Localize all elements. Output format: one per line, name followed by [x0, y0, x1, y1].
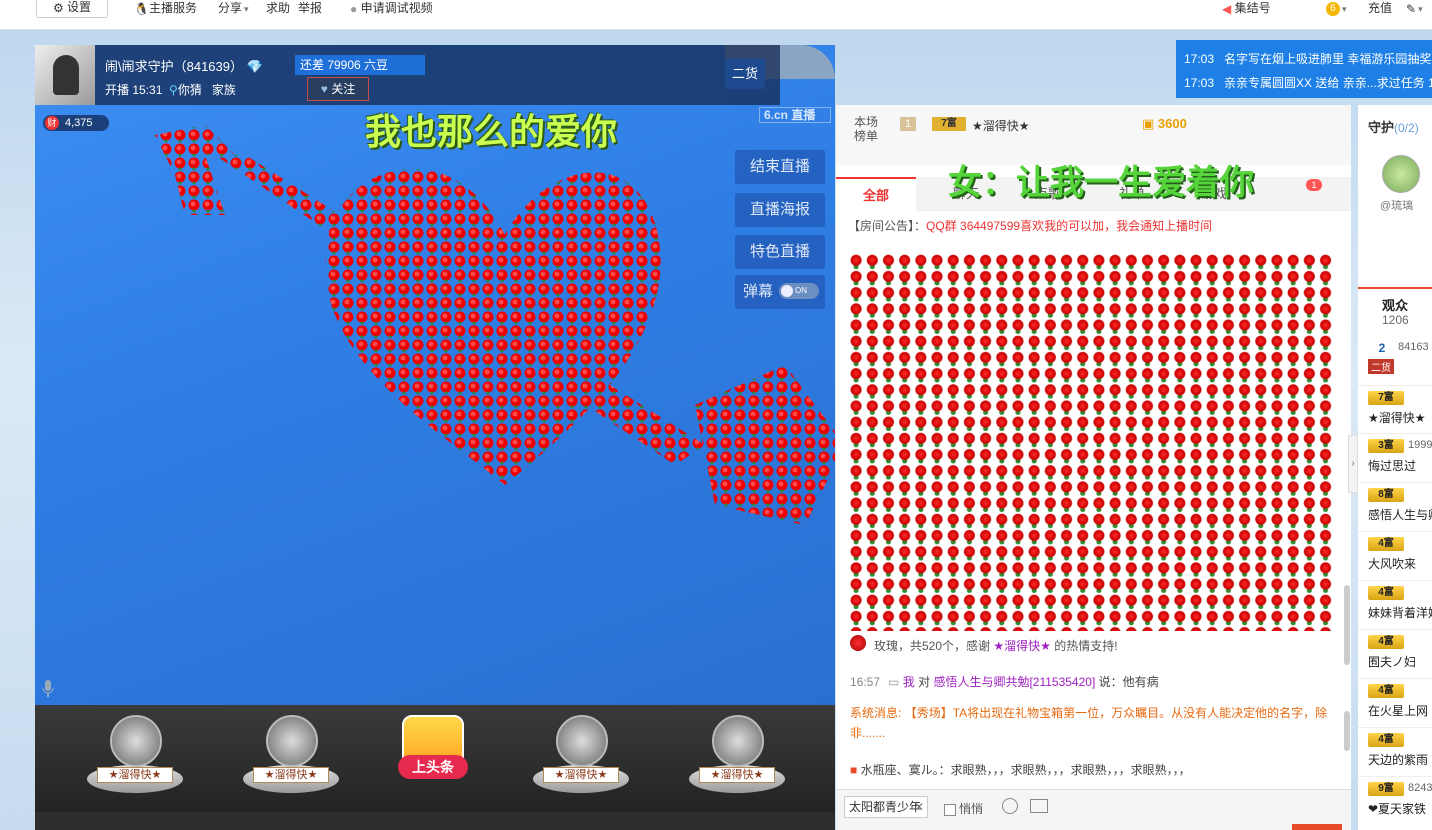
- audience-item[interactable]: 4富妹妹背着洋娃: [1368, 586, 1432, 630]
- microphone-icon[interactable]: [41, 679, 55, 699]
- edit-menu[interactable]: ✎: [1406, 0, 1423, 16]
- rank-user[interactable]: ★溜得快★: [972, 117, 1030, 134]
- chat-panel: 本场 榜单 1 7富 ★溜得快★ ▣ 3600 全部 聊天 点歌 礼单 游戏 1 …: [836, 105, 1351, 830]
- coin-menu[interactable]: 6: [1326, 0, 1347, 16]
- tab-badge: 1: [1306, 179, 1322, 191]
- rank-number: 1: [900, 117, 916, 131]
- audience-item[interactable]: 4富 在火星上网: [1368, 684, 1432, 728]
- rally-button[interactable]: ◀ 集结号: [1222, 0, 1271, 16]
- emoji-icon[interactable]: [1002, 798, 1018, 814]
- help-link[interactable]: 求助: [266, 0, 290, 16]
- checkbox[interactable]: [944, 803, 956, 816]
- audience-count: 1206: [1382, 313, 1409, 327]
- chat-icon: ▭: [888, 675, 900, 689]
- featured-live-button[interactable]: 特色直播: [735, 235, 825, 269]
- end-live-button[interactable]: 结束直播: [735, 150, 825, 184]
- image-icon[interactable]: [1030, 799, 1048, 813]
- audience-item[interactable]: 3富 1999 悔过思过: [1368, 439, 1432, 483]
- coin-icon: 6: [1326, 1, 1340, 16]
- report-link[interactable]: 举报: [298, 0, 322, 16]
- settings-button[interactable]: ⚙ 设置: [36, 0, 108, 18]
- host-name: 闹\闹求守护（841639） 💎: [105, 59, 263, 74]
- whisper-checkbox[interactable]: 悄悄: [944, 800, 983, 817]
- host-info-panel: 闹\闹求守护（841639） 💎 还差 79906 六豆 开播 15:31 ⚲你…: [35, 45, 780, 105]
- seat-slot[interactable]: ★溜得快★: [531, 715, 631, 805]
- rank-score: ▣ 3600: [1142, 116, 1187, 131]
- room-notice: 【房间公告】：QQ群 364497599喜欢我的可以加，我会通知上播时间: [848, 219, 1213, 233]
- top-nav-bar: ⚙ 设置 🐧主播服务 分享 求助 举报 ● 申请调试视频 ◀ 集结号 6 充值 …: [0, 0, 1432, 30]
- chat-message: 16:57 ▭ 我 对 感悟人生与卿共勉[211535420] 说：他有病: [850, 675, 1159, 689]
- chat-scrollbar[interactable]: [1344, 585, 1350, 665]
- chat-scrollbar-lower[interactable]: [1344, 711, 1350, 751]
- wealth-badge: 财 4,375: [43, 115, 109, 131]
- chat-message: ■ 水瓶座、寞ル。：求眼熟，，，求眼熟，，，求眼熟，，，求眼熟，，，: [850, 763, 1191, 777]
- audience-item[interactable]: 4富 大风吹来: [1368, 537, 1432, 581]
- guard-avatar[interactable]: [1382, 155, 1420, 193]
- anchor-service-link[interactable]: 🐧主播服务: [134, 0, 197, 16]
- guard-title: 守护(0/2): [1368, 120, 1419, 135]
- gold-icon: ▣: [1142, 116, 1155, 131]
- gear-icon: ⚙: [52, 0, 64, 15]
- apply-debug-video-link[interactable]: ● 申请调试视频: [350, 0, 433, 16]
- system-message: 系统消息: 【秀场】TA将出现在礼物宝箱第一位，万众瞩目。从没有人能决定他的名字…: [850, 706, 1328, 740]
- rose-icon: [850, 635, 866, 651]
- arrow-tail: [155, 125, 235, 215]
- follow-button[interactable]: ♥ 关注: [307, 77, 369, 101]
- send-button[interactable]: [1292, 824, 1342, 830]
- location-pin-icon: ⚲: [169, 83, 178, 97]
- share-menu[interactable]: 分享: [218, 0, 249, 16]
- danmaku-toggle[interactable]: ON: [779, 283, 819, 299]
- audience-item[interactable]: 7富 ★溜得快★: [1368, 391, 1432, 435]
- right-column: 守护(0/2) @琉璃 观众 1206 › 2 84163 二货 7富 ★溜得快★ 3…: [1348, 105, 1432, 830]
- audience-item[interactable]: 4富 囿夫ノ妇: [1368, 635, 1432, 679]
- live-poster-button[interactable]: 直播海报: [735, 193, 825, 227]
- chevron-right-icon[interactable]: ›: [1348, 435, 1358, 493]
- seat-slot[interactable]: ★溜得快★: [85, 715, 185, 805]
- audience-item[interactable]: 2 84163 二货: [1368, 341, 1432, 385]
- rank-toggle[interactable]: 本场 榜单: [854, 115, 878, 143]
- heart-icon: ♥: [320, 82, 328, 96]
- wealth-icon: 财: [45, 116, 59, 130]
- audience-item[interactable]: 4富 天边的紫雨: [1368, 733, 1432, 777]
- person-icon: ●: [350, 1, 358, 16]
- recharge-link[interactable]: 充值: [1368, 0, 1392, 16]
- video-bottom-toolbar: [35, 812, 835, 830]
- diamond-icon: 💎: [246, 59, 263, 74]
- host-tag: 二货: [725, 59, 765, 89]
- arrow-head: [695, 365, 835, 525]
- edit-icon: ✎: [1406, 1, 1417, 16]
- open-time: 开播 15:31 ⚲你猜 家族: [105, 83, 236, 97]
- heart: [325, 169, 661, 485]
- audience-item[interactable]: 8富感悟人生与卿: [1368, 488, 1432, 532]
- seat-avatar: [712, 715, 764, 767]
- guard-name[interactable]: @琉璃: [1380, 197, 1413, 213]
- rose-gift-grid: [848, 253, 1334, 631]
- broadcast-ticker: 17:03 名字写在烟上吸进肺里 幸福游乐园抽奖 17:03 亲亲专属圆圆XX 送给…: [1176, 40, 1432, 98]
- close-icon[interactable]: ✕: [914, 800, 924, 814]
- rank-level-badge: 7富: [932, 117, 966, 131]
- seat-slot[interactable]: ★溜得快★: [241, 715, 341, 805]
- penguin-icon: 🐧: [134, 1, 149, 16]
- rose-heart-gift: [155, 125, 835, 525]
- audience-item[interactable]: 9富 8243 ❤夏天家铁: [1368, 782, 1432, 826]
- headline-button[interactable]: 上头条: [398, 713, 468, 797]
- seat-avatar: [266, 715, 318, 767]
- ticker-row[interactable]: 17:03 亲亲专属圆圆XX 送给 亲亲...求过任务 1: [1184, 74, 1432, 91]
- seat-avatar: [556, 715, 608, 767]
- gift-thanks-message: 玫瑰，共520个，感谢 ★溜得快★ 的热情支持!: [874, 639, 1118, 653]
- chat-input-bar: 太阳都青少年 ✕ 悄悄: [836, 789, 1351, 830]
- gap-badge: 还差 79906 六豆: [295, 55, 425, 75]
- rally-horn-icon: ◀: [1222, 1, 1232, 16]
- live-video-area[interactable]: 闹\闹求守护（841639） 💎 还差 79906 六豆 开播 15:31 ⚲你…: [35, 45, 835, 705]
- speaker-icon: ■: [850, 763, 858, 777]
- seat-slot[interactable]: ★溜得快★: [687, 715, 787, 805]
- ticker-row[interactable]: 17:03 名字写在烟上吸进肺里 幸福游乐园抽奖: [1184, 50, 1431, 67]
- chat-overlay-title: 女：让我一生爱着你: [948, 164, 1254, 202]
- audience-title: 观众: [1382, 298, 1409, 313]
- tab-all[interactable]: 全部: [836, 177, 916, 211]
- host-avatar[interactable]: [35, 45, 95, 105]
- seat-avatar: [110, 715, 162, 767]
